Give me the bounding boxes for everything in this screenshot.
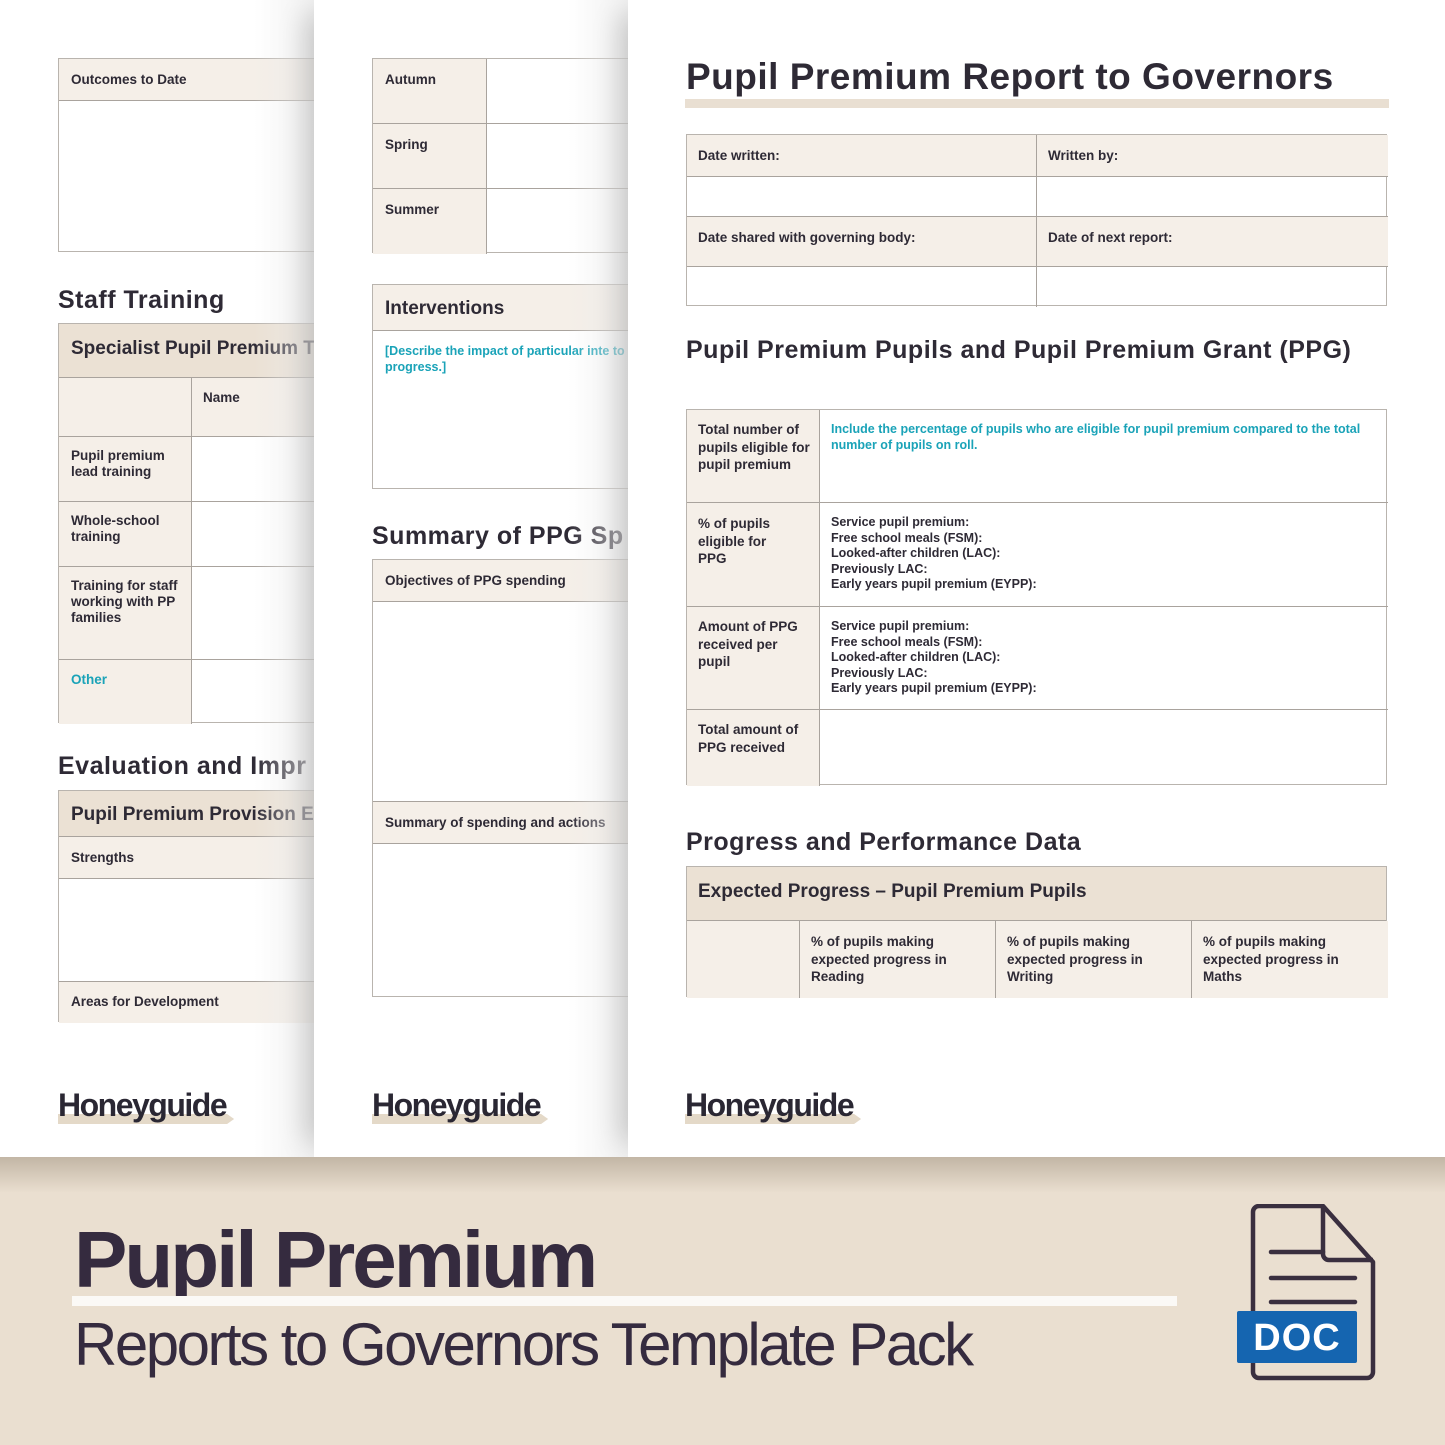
ppg-row: % of pupils eligible for PPG — [687, 503, 820, 607]
training-row: Whole-school training — [59, 502, 192, 567]
ppg-line: Previously LAC: — [831, 665, 928, 680]
ppg-line: Early years pupil premium (EYPP): — [831, 577, 1037, 591]
banner-subtitle: Reports to Governors Template Pack — [74, 1311, 974, 1378]
staff-training-table: Specialist Pupil Premium T Name Pupil pr… — [58, 323, 314, 724]
summary-actions-input-cell[interactable] — [373, 844, 628, 998]
strengths-label: Strengths — [71, 850, 135, 865]
ppg-line: Service pupil premium: — [831, 619, 970, 633]
doc-file-type-label: DOC — [1253, 1317, 1341, 1359]
outcomes-header: Outcomes to Date — [71, 72, 187, 87]
page-2-preview: Autumn Spring Summer Interventions [Desc… — [314, 0, 628, 1157]
ppg-line: Looked-after children (LAC): — [831, 546, 1001, 560]
ppg-value-cell[interactable]: Service pupil premium: Free school meals… — [820, 607, 1388, 710]
date-next-report-label: Date of next report: — [1048, 230, 1173, 245]
honeyguide-logo: Honeyguide — [685, 1088, 862, 1124]
ppg-value-cell[interactable]: Include the percentage of pupils who are… — [820, 410, 1388, 503]
training-row: Training for staff working with PP famil… — [59, 567, 192, 660]
provision-table: Pupil Premium Provision E Strengths Area… — [58, 790, 314, 1023]
term-input-cell[interactable] — [487, 59, 628, 124]
page-3-preview: Pupil Premium Report to Governors Date w… — [628, 0, 1445, 1157]
term-row: Autumn — [373, 59, 487, 124]
provision-header: Pupil Premium Provision E — [71, 804, 314, 825]
evaluation-title: Evaluation and Impr — [58, 752, 307, 780]
date-written-input[interactable] — [687, 177, 1037, 217]
ppg-value-cell[interactable] — [820, 710, 1388, 786]
date-next-report-input[interactable] — [1037, 267, 1388, 307]
progress-section-title: Progress and Performance Data — [686, 828, 1082, 856]
objectives-input-cell[interactable] — [373, 602, 628, 802]
ppg-line: Free school meals (FSM): — [831, 530, 983, 545]
strengths-input-cell[interactable] — [59, 879, 314, 982]
staff-training-title: Staff Training — [58, 286, 225, 314]
expected-progress-header: Expected Progress – Pupil Premium Pupils — [698, 881, 1087, 902]
progress-table: Expected Progress – Pupil Premium Pupils… — [686, 866, 1388, 998]
ppg-line: Early years pupil premium (EYPP): — [831, 681, 1037, 695]
date-shared-input[interactable] — [687, 267, 1037, 307]
training-input-cell[interactable] — [192, 660, 314, 724]
progress-column-header: % of pupils making expected progress in … — [1192, 921, 1388, 998]
specialist-header: Specialist Pupil Premium T — [71, 338, 314, 359]
training-input-cell[interactable] — [192, 567, 314, 660]
ppg-row: Total amount of PPG received — [687, 710, 820, 786]
interventions-table: Interventions [Describe the impact of pa… — [372, 284, 628, 489]
training-input-cell[interactable] — [192, 502, 314, 567]
banner-divider — [72, 1296, 1177, 1306]
ppg-line: Service pupil premium: — [831, 515, 970, 529]
summary-ppg-title: Summary of PPG Sp — [372, 522, 624, 550]
progress-column-header: % of pupils making expected progress in … — [800, 921, 996, 998]
term-input-cell[interactable] — [487, 189, 628, 254]
ppg-table: Total number of pupils eligible for pupi… — [686, 409, 1388, 786]
ppg-section-title: Pupil Premium Pupils and Pupil Premium G… — [686, 336, 1352, 364]
ppg-row: Total number of pupils eligible for pupi… — [687, 410, 820, 503]
date-shared-label: Date shared with governing body: — [698, 230, 916, 245]
report-title: Pupil Premium Report to Governors — [686, 56, 1334, 97]
term-input-cell[interactable] — [487, 124, 628, 189]
honeyguide-logo: Honeyguide — [372, 1088, 549, 1124]
progress-column-header: % of pupils making expected progress in … — [996, 921, 1192, 998]
terms-table: Autumn Spring Summer — [372, 58, 628, 254]
page-1-preview: Outcomes to Date Staff Training Speciali… — [0, 0, 314, 1157]
interventions-header: Interventions — [385, 298, 505, 319]
summary-actions-header: Summary of spending and actions — [385, 815, 606, 830]
name-column-header: Name — [203, 390, 240, 405]
ppg-value-cell[interactable]: Service pupil premium: Free school meals… — [820, 503, 1388, 607]
date-written-label: Date written: — [698, 148, 780, 163]
training-row: Pupil premium lead training — [59, 437, 192, 502]
ppg-line: Previously LAC: — [831, 561, 928, 576]
honeyguide-logo: Honeyguide — [58, 1088, 235, 1124]
ppg-spending-table: Objectives of PPG spending Summary of sp… — [372, 559, 628, 997]
areas-for-development-label: Areas for Development — [71, 994, 219, 1009]
title-underline — [685, 99, 1389, 108]
banner-title: Pupil Premium — [74, 1215, 598, 1304]
term-row: Summer — [373, 189, 487, 254]
training-row: Other — [59, 660, 192, 724]
written-by-label: Written by: — [1048, 148, 1119, 163]
document-preview-stage: Outcomes to Date Staff Training Speciali… — [0, 0, 1445, 1157]
outcomes-table: Outcomes to Date — [58, 58, 314, 252]
training-input-cell[interactable] — [192, 437, 314, 502]
doc-file-icon: DOC — [1237, 1203, 1377, 1382]
interventions-hint[interactable]: [Describe the impact of particular inte … — [385, 344, 628, 375]
ppg-line: Looked-after children (LAC): — [831, 650, 1001, 664]
term-row: Spring — [373, 124, 487, 189]
report-info-table: Date written: Written by: Date shared wi… — [686, 134, 1388, 307]
written-by-input[interactable] — [1037, 177, 1388, 217]
ppg-line: Free school meals (FSM): — [831, 634, 983, 649]
ppg-hint: Include the percentage of pupils who are… — [831, 422, 1361, 452]
objectives-header: Objectives of PPG spending — [385, 573, 566, 588]
product-banner: Pupil Premium Reports to Governors Templ… — [0, 1157, 1445, 1445]
ppg-row: Amount of PPG received per pupil — [687, 607, 820, 710]
